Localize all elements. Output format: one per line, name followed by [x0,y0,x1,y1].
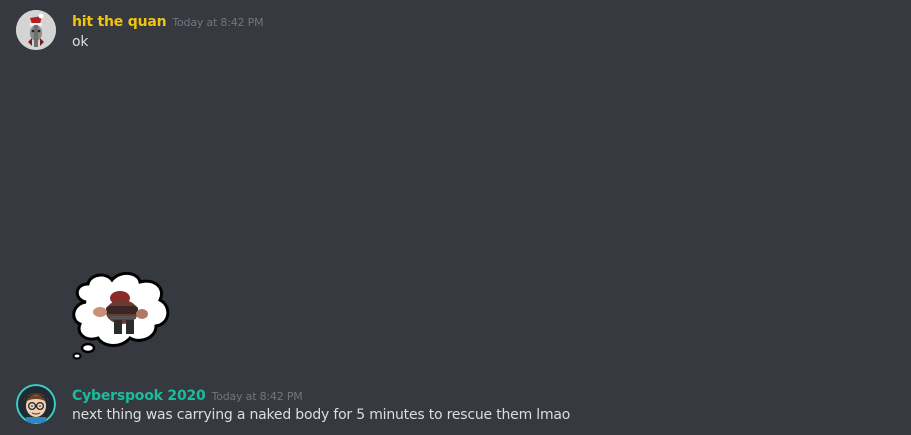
message-header: Cyberspook 2020 Today at 8:42 PM [72,385,303,404]
username[interactable]: hit the quan [72,14,167,30]
chat-message-list: hit the quan Today at 8:42 PM ok Cybersp… [0,0,911,435]
timestamp: Today at 8:42 PM [172,16,264,29]
username[interactable]: Cyberspook 2020 [72,388,206,404]
avatar[interactable] [16,384,56,424]
message-header: hit the quan Today at 8:42 PM [72,11,264,30]
message-item: Cyberspook 2020 Today at 8:42 PM next thi… [0,374,911,435]
timestamp: Today at 8:42 PM [211,390,303,403]
message-content: ok [72,34,89,50]
avatar[interactable] [16,10,56,50]
message-content: next thing was carrying a naked body for… [72,407,571,423]
thought-bubble-image-icon [72,272,170,360]
cartoon-glasses-character-icon [16,384,56,424]
thought-bubble-sticker-image[interactable] [70,272,174,360]
message-item: hit the quan Today at 8:42 PM ok [0,0,911,60]
santa-hat-character-icon [16,10,56,50]
